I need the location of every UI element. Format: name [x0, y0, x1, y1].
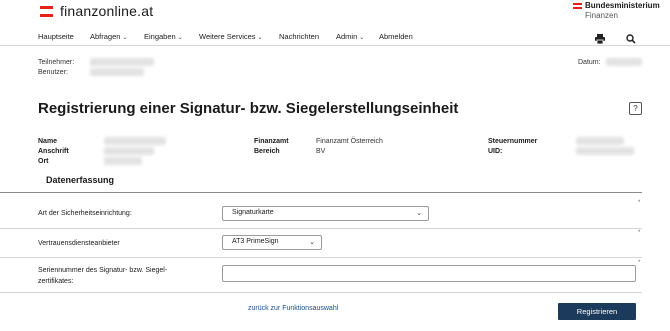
teilnehmer-value-redacted: [90, 58, 154, 66]
nav-item-label: Nachrichten: [279, 32, 320, 41]
serial-number-input[interactable]: [222, 265, 636, 282]
chevron-down-icon: ⌄: [257, 35, 263, 41]
benutzer-value-redacted: [90, 68, 144, 76]
nav-item-label: Eingaben: [144, 32, 176, 41]
anschrift-label: Anschrift: [38, 148, 69, 155]
ministry-name-line1: Bundesministerium: [585, 1, 660, 10]
ort-value-redacted: [104, 157, 142, 165]
chevron-down-icon: ⌄: [177, 35, 183, 41]
vda-select[interactable]: AT3 PrimeSign ⌄: [222, 235, 322, 250]
nav-item-label: Hauptseite: [38, 32, 74, 41]
search-icon[interactable]: [626, 31, 638, 44]
steuernummer-label: Steuernummer: [488, 138, 538, 145]
register-button[interactable]: Registrieren: [558, 303, 636, 320]
back-to-functions-link[interactable]: zurück zur Funktionsauswahl: [248, 305, 338, 312]
header: finanzonline.at Bundesministerium Finanz…: [0, 0, 670, 24]
ministry-flag-icon: [573, 3, 582, 9]
name-label: Name: [38, 138, 58, 145]
page-title: Registrierung einer Signatur- bzw. Siege…: [38, 100, 459, 117]
finanzamt-value: Finanzamt Österreich: [316, 138, 383, 145]
sicherheit-select[interactable]: Signaturkarte ⌄: [222, 206, 429, 221]
section-title: Datenerfassung: [46, 175, 115, 185]
nav-item-label: Abfragen: [90, 32, 121, 41]
benutzer-label: Benutzer:: [38, 69, 68, 76]
steuernummer-value-redacted: [576, 137, 624, 145]
required-marker: *: [638, 200, 641, 206]
uid-label: UID:: [488, 148, 503, 155]
chevron-down-icon: ⌄: [309, 239, 315, 246]
row-divider: [0, 257, 642, 258]
logo-text[interactable]: finanzonline.at: [60, 3, 153, 19]
required-marker: *: [638, 260, 641, 266]
nav-item-eingaben[interactable]: Eingaben ⌄: [144, 32, 183, 41]
nav-item-admin[interactable]: Admin ⌄: [336, 32, 364, 41]
datum-value-redacted: [606, 58, 642, 66]
ministry-name-line2: Finanzen: [585, 11, 618, 20]
sicherheit-label: Art der Sicherheitseinrichtung:: [38, 210, 132, 217]
section-divider: [0, 192, 642, 193]
row-divider: [0, 228, 642, 229]
uid-value-redacted: [576, 147, 634, 155]
finanzamt-label: Finanzamt: [254, 138, 289, 145]
chevron-down-icon: ⌄: [416, 210, 422, 217]
required-marker: *: [638, 230, 641, 236]
nav-item-nachrichten[interactable]: Nachrichten: [279, 32, 319, 41]
main-nav: Hauptseite Abfragen ⌄ Eingaben ⌄ Weitere S…: [0, 28, 670, 46]
chevron-down-icon: ⌄: [359, 35, 365, 41]
bereich-value: BV: [316, 148, 326, 155]
nav-item-label: Weitere Services: [199, 32, 256, 41]
help-button[interactable]: ?: [629, 102, 642, 115]
name-value-redacted: [104, 137, 166, 145]
print-icon[interactable]: [594, 31, 606, 45]
teilnehmer-label: Teilnehmer:: [38, 59, 75, 66]
nav-item-abmelden[interactable]: Abmelden: [379, 32, 413, 41]
nav-item-hauptseite[interactable]: Hauptseite: [38, 32, 74, 41]
vda-selected-value: AT3 PrimeSign: [232, 238, 279, 245]
row-divider: [0, 292, 642, 293]
datum-label: Datum:: [578, 59, 601, 66]
nav-item-label: Admin: [336, 32, 358, 41]
chevron-down-icon: ⌄: [122, 35, 128, 41]
nav-item-abfragen[interactable]: Abfragen ⌄: [90, 32, 127, 41]
nav-item-label: Abmelden: [379, 32, 413, 41]
serial-label-line1: Seriennummer des Signatur- bzw. Siegel-: [38, 267, 168, 274]
vda-label: Vertrauensdiensteanbieter: [38, 240, 120, 247]
anschrift-value-redacted: [104, 147, 154, 155]
sicherheit-selected-value: Signaturkarte: [232, 209, 274, 216]
serial-label-line2: zertifikates:: [38, 278, 74, 285]
austria-flag-logo-icon: [40, 6, 53, 17]
ort-label: Ort: [38, 158, 49, 165]
nav-item-weitere-services[interactable]: Weitere Services ⌄: [199, 32, 263, 41]
bereich-label: Bereich: [254, 148, 280, 155]
